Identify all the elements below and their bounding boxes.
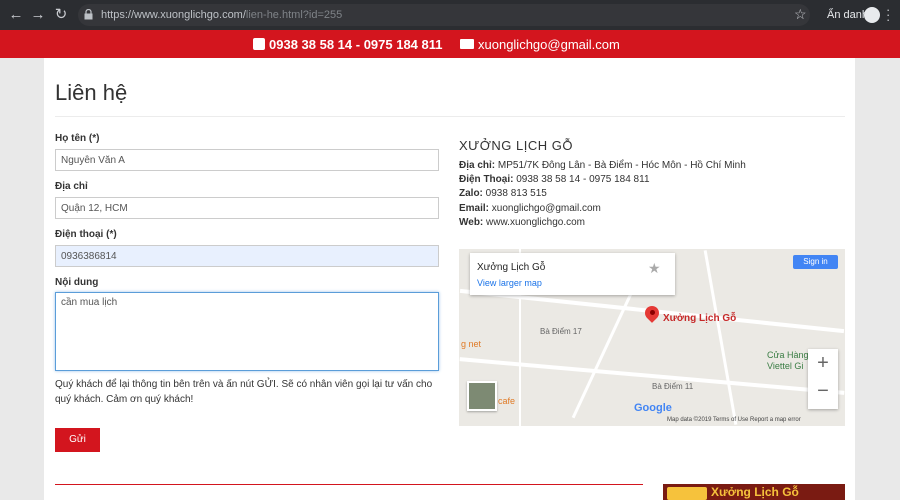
mail-icon [460,39,474,49]
phone-icon [253,38,265,50]
company-address: Địa chỉ: MP51/7K Đông Lân - Bà Điểm - Hó… [459,160,746,171]
map-sign-in-button[interactable]: Sign in [793,255,838,269]
zalo-info-label: Zalo: [459,188,483,199]
phone-label: Điện thoại (*) [55,229,117,240]
content-textarea[interactable]: cần mua lịch [55,292,439,371]
satellite-toggle-thumbnail[interactable] [467,381,497,411]
incognito-label: Ẩn danh [827,9,868,21]
map-poi-label: g net [461,339,482,349]
zoom-in-icon[interactable]: + [808,352,838,375]
topbar-phone[interactable]: 0938 38 58 14 - 0975 184 811 [269,37,443,52]
lock-icon [84,9,93,20]
company-name: XƯỞNG LỊCH GỖ [459,138,573,153]
map-place-name: Xưởng Lịch Gỗ [477,262,546,273]
map-poi-label: Cửa Hàng [767,350,809,360]
phone-info-value: 0938 38 58 14 - 0975 184 811 [516,174,650,185]
name-input[interactable] [55,149,439,171]
phone-info-label: Điện Thoại: [459,174,514,185]
name-label: Họ tên (*) [55,133,100,144]
back-arrow-icon[interactable]: ← [7,6,25,24]
email-info-value: xuonglichgo@gmail.com [491,203,601,214]
submit-button[interactable]: Gửi [55,428,100,452]
address-label: Địa chỉ [55,181,88,192]
map-poi-label: cafe [498,396,516,406]
content-label: Nội dung [55,277,99,288]
section-divider [55,484,643,485]
banner-logo [667,487,707,500]
address-info-value: MP51/7K Đông Lân - Bà Điểm - Hóc Môn - H… [497,160,746,171]
zoom-out-icon[interactable]: − [808,380,838,403]
help-text: Quý khách để lại thông tin bên trên và ấ… [55,379,433,405]
map-road [703,250,738,425]
view-larger-map-link[interactable]: View larger map [477,278,542,288]
map-pin-dot [650,310,655,315]
map-street-label: Bà Điểm 17 [540,327,582,336]
map-pin-label: Xưởng Lịch Gỗ [663,313,737,324]
phone-input[interactable] [55,245,439,267]
map-place-card [470,253,675,295]
address-input[interactable] [55,197,439,219]
page-title: Liên hệ [55,80,128,105]
map-footer[interactable]: Map data ©2019 Terms of Use Report a map… [667,417,801,423]
zalo-info-value: 0938 813 515 [485,188,547,199]
map-street-label: Bà Điểm 11 [652,382,694,391]
save-place-star-icon[interactable]: ★ [648,260,661,277]
map-poi-label: Viettel Gi [767,361,804,371]
title-divider [55,116,845,117]
browser-menu-icon[interactable]: · · · [886,3,890,26]
incognito-icon[interactable] [864,7,880,23]
bookmark-star-icon[interactable]: ☆ [794,6,807,23]
url-text: https://www.xuonglichgo.com/lien-he.html… [101,9,342,21]
reload-icon[interactable]: ↻ [52,6,70,24]
web-info-label: Web: [459,217,484,228]
banner-text: Xưởng Lịch Gỗ [711,485,799,499]
contact-topbar: 0938 38 58 14 - 0975 184 811 xuonglichgo… [0,30,900,58]
company-web: Web: www.xuonglichgo.com [459,217,585,228]
company-email: Email: xuonglichgo@gmail.com [459,203,601,214]
email-info-label: Email: [459,203,490,214]
company-phone: Điện Thoại: 0938 38 58 14 - 0975 184 811 [459,174,650,185]
topbar-email[interactable]: xuonglichgo@gmail.com [478,37,620,52]
url-path: lien-he.html?id=255 [245,9,343,21]
google-logo: Google [634,402,672,414]
address-info-label: Địa chỉ: [459,160,496,171]
web-info-value: www.xuonglichgo.com [486,217,585,228]
forward-arrow-icon[interactable]: → [29,6,47,24]
url-domain: https://www.xuonglichgo.com/ [101,9,246,21]
footer-banner[interactable]: Xưởng Lịch Gỗ [663,484,845,500]
company-zalo: Zalo: 0938 813 515 [459,188,547,199]
